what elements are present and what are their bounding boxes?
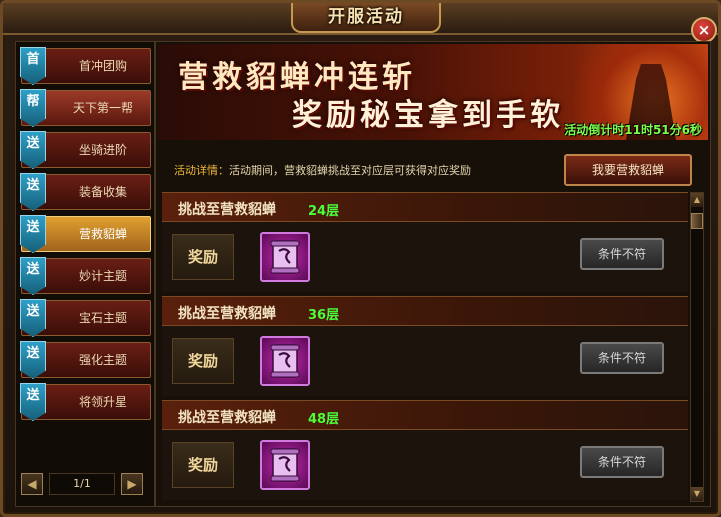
detail-label: 活动详情： bbox=[174, 164, 229, 177]
tag-badge: 送 bbox=[20, 299, 46, 337]
scroll-up-button[interactable]: ▲ bbox=[691, 193, 703, 207]
sidebar-item-label: 将领升星 bbox=[78, 395, 127, 409]
activity-banner: 营救貂蝉冲连斩 奖励秘宝拿到手软 活动倒计时11时51分6秒 bbox=[158, 44, 708, 140]
reward-level: 48层 bbox=[308, 412, 340, 427]
sidebar-item-label: 妙计主题 bbox=[78, 269, 127, 283]
next-page-button[interactable]: ▶ bbox=[121, 473, 143, 495]
sidebar-item-label: 天下第一帮 bbox=[72, 101, 133, 115]
detail-text: 活动期间，营救貂蝉挑战至对应层可获得对应奖励 bbox=[229, 164, 471, 177]
claim-status-button[interactable]: 条件不符 bbox=[580, 446, 664, 478]
arrow-left-icon: ◀ bbox=[27, 477, 37, 491]
sidebar-item-label: 装备收集 bbox=[78, 185, 127, 199]
sidebar-item-label: 宝石主题 bbox=[78, 311, 127, 325]
tag-badge: 送 bbox=[20, 215, 46, 253]
reward-label: 奖励 bbox=[172, 234, 234, 280]
close-button[interactable]: × bbox=[691, 17, 717, 43]
reward-condition: 挑战至营救貂蝉 bbox=[178, 306, 276, 322]
tag-badge: 首 bbox=[20, 47, 46, 85]
sidebar-item-general-star[interactable]: 送 将领升星 bbox=[20, 383, 151, 421]
claim-status-button[interactable]: 条件不符 bbox=[580, 342, 664, 374]
claim-status-button[interactable]: 条件不符 bbox=[580, 238, 664, 270]
sidebar-item-label: 首冲团购 bbox=[78, 59, 127, 73]
reward-level: 36层 bbox=[308, 308, 340, 323]
sidebar-item-mount-upgrade[interactable]: 送 坐骑进阶 bbox=[20, 131, 151, 169]
reward-list: 挑战至营救貂蝉 24层 奖励 条件不符 挑战至营救貂蝉 36层 奖励 条件不符 … bbox=[162, 192, 688, 502]
prev-page-button[interactable]: ◀ bbox=[21, 473, 43, 495]
scroll-thumb[interactable] bbox=[691, 213, 703, 229]
reward-item-slot[interactable] bbox=[260, 336, 310, 386]
sidebar-pager: ◀ 1/1 ▶ bbox=[21, 473, 143, 495]
sidebar-item-gem-theme[interactable]: 送 宝石主题 bbox=[20, 299, 151, 337]
activity-detail: 活动详情：活动期间，营救貂蝉挑战至对应层可获得对应奖励 bbox=[174, 162, 471, 178]
scroll-down-button[interactable]: ▼ bbox=[691, 487, 703, 501]
tag-badge: 送 bbox=[20, 341, 46, 379]
scroll-item-icon bbox=[270, 448, 300, 482]
reward-condition: 挑战至营救貂蝉 bbox=[178, 410, 276, 426]
sidebar-item-rescue-diaochan[interactable]: 送 营救貂蝉 bbox=[20, 215, 151, 253]
reward-label: 奖励 bbox=[172, 442, 234, 488]
tag-badge: 帮 bbox=[20, 89, 46, 127]
close-icon: × bbox=[697, 21, 711, 39]
reward-label: 奖励 bbox=[172, 338, 234, 384]
reward-row-body: 奖励 条件不符 bbox=[162, 326, 688, 396]
tag-badge: 送 bbox=[20, 173, 46, 211]
reward-row: 挑战至营救貂蝉 24层 奖励 条件不符 bbox=[162, 192, 688, 292]
sidebar-item-first-recharge[interactable]: 首 首冲团购 bbox=[20, 47, 151, 85]
reward-condition: 挑战至营救貂蝉 bbox=[178, 202, 276, 218]
reward-level: 24层 bbox=[308, 204, 340, 219]
reward-item-slot[interactable] bbox=[260, 232, 310, 282]
activity-countdown: 活动倒计时11时51分6秒 bbox=[564, 123, 702, 137]
reward-row: 挑战至营救貂蝉 48层 奖励 条件不符 bbox=[162, 400, 688, 500]
sidebar-item-label: 强化主题 bbox=[78, 353, 127, 367]
scroll-item-icon bbox=[270, 240, 300, 274]
reward-row-header: 挑战至营救貂蝉 24层 bbox=[162, 192, 688, 222]
activity-sidebar: 首 首冲团购 帮 天下第一帮 送 坐骑进阶 送 装备收集 送 营救貂蝉 送 妙计… bbox=[15, 41, 155, 507]
scroll-item-icon bbox=[270, 344, 300, 378]
reward-item-slot[interactable] bbox=[260, 440, 310, 490]
sidebar-item-top-guild[interactable]: 帮 天下第一帮 bbox=[20, 89, 151, 127]
reward-row: 挑战至营救貂蝉 36层 奖励 条件不符 bbox=[162, 296, 688, 396]
activity-window: 开服活动 × 首 首冲团购 帮 天下第一帮 送 坐骑进阶 送 装备收集 送 营救… bbox=[0, 0, 721, 517]
page-indicator: 1/1 bbox=[49, 473, 115, 495]
sidebar-item-equipment-collect[interactable]: 送 装备收集 bbox=[20, 173, 151, 211]
arrow-right-icon: ▶ bbox=[127, 477, 137, 491]
reward-list-scrollbar[interactable]: ▲ ▼ bbox=[690, 192, 704, 502]
tag-badge: 送 bbox=[20, 257, 46, 295]
window-title: 开服活动 bbox=[291, 3, 441, 33]
rescue-diaochan-button[interactable]: 我要营救貂蝉 bbox=[564, 154, 692, 186]
reward-row-body: 奖励 条件不符 bbox=[162, 430, 688, 500]
tag-badge: 送 bbox=[20, 383, 46, 421]
sidebar-item-enhance-theme[interactable]: 送 强化主题 bbox=[20, 341, 151, 379]
sidebar-item-label: 营救貂蝉 bbox=[78, 227, 127, 241]
reward-row-body: 奖励 条件不符 bbox=[162, 222, 688, 292]
activity-content: 营救貂蝉冲连斩 奖励秘宝拿到手软 活动倒计时11时51分6秒 活动详情：活动期间… bbox=[155, 41, 711, 507]
reward-row-header: 挑战至营救貂蝉 48层 bbox=[162, 400, 688, 430]
sidebar-item-strategy-theme[interactable]: 送 妙计主题 bbox=[20, 257, 151, 295]
reward-row-header: 挑战至营救貂蝉 36层 bbox=[162, 296, 688, 326]
tag-badge: 送 bbox=[20, 131, 46, 169]
sidebar-item-label: 坐骑进阶 bbox=[78, 143, 127, 157]
